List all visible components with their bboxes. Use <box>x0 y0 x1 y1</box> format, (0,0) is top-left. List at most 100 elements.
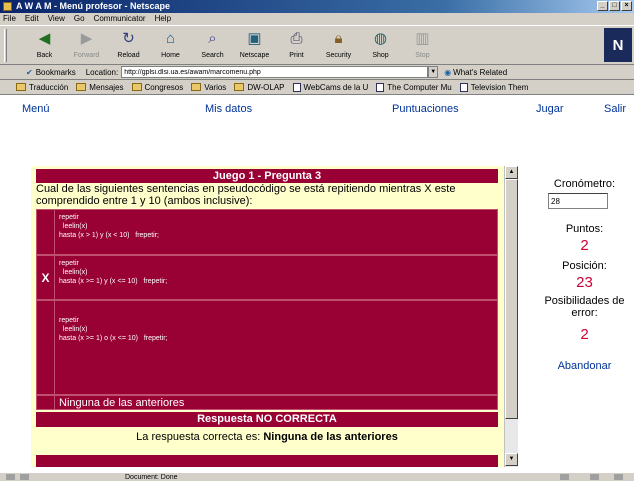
shop-label: Shop <box>372 52 389 59</box>
status-bar: Document: Done <box>0 472 634 481</box>
answer-option-1[interactable]: repetir leelin(x) hasta (x > 1) y (x < 1… <box>36 209 498 255</box>
search-icon: ⌕ <box>208 30 217 47</box>
question-frame: Juego 1 - Pregunta 3 Cual de las siguien… <box>31 166 518 467</box>
toolbar-grip[interactable] <box>4 29 7 62</box>
window-title: A W A M - Menú profesor - Netscape <box>16 1 171 11</box>
answer-option-3[interactable]: repetir leelin(x) hasta (x >= 1) o (x <=… <box>36 300 498 395</box>
answer-code: repetir leelin(x) hasta (x > 1) y (x < 1… <box>59 214 159 239</box>
menu-help[interactable]: Help <box>155 13 171 25</box>
print-button[interactable]: ⎙ Print <box>278 26 315 64</box>
whats-related-icon: ◉ <box>444 67 452 77</box>
bookmark-mensajes[interactable]: Mensajes <box>76 82 124 92</box>
menu-communicator[interactable]: Communicator <box>94 13 146 25</box>
netscape-label: Netscape <box>239 52 270 59</box>
netscape-icon: ▣ <box>247 30 262 47</box>
netscape-logo-icon[interactable]: N <box>604 28 632 62</box>
nav-menu-link[interactable]: Menú <box>22 103 50 115</box>
reload-button[interactable]: ↻ Reload <box>110 26 147 64</box>
menu-go[interactable]: Go <box>74 13 85 25</box>
bookmark-congresos[interactable]: Congresos <box>131 83 183 92</box>
answer-option-2[interactable]: X repetir leelin(x) hasta (x >= 1) y (x … <box>36 255 498 300</box>
composer-icon[interactable] <box>614 474 623 480</box>
answer-code: repetir leelin(x) hasta (x >= 1) y (x <=… <box>59 260 168 285</box>
netscape-button[interactable]: ▣ Netscape <box>236 26 273 64</box>
correct-answer-prefix: La respuesta correcta es: <box>136 431 261 443</box>
forward-button[interactable]: ▶ Forward <box>68 26 105 64</box>
reload-icon: ↻ <box>122 30 135 47</box>
question-panel: Juego 1 - Pregunta 3 Cual de las siguien… <box>31 166 504 467</box>
correct-answer-line: La respuesta correcta es: Ninguna de las… <box>36 431 498 443</box>
bookmark-varios[interactable]: Varios <box>191 83 226 92</box>
scroll-down-arrow-icon[interactable]: ▼ <box>505 453 518 466</box>
bookmark-label: DW-OLAP <box>247 82 285 92</box>
bookmark-label: Mensajes <box>89 82 124 92</box>
folder-icon <box>191 83 202 91</box>
shop-button[interactable]: ◍ Shop <box>362 26 399 64</box>
search-button[interactable]: ⌕ Search <box>194 26 231 64</box>
scroll-thumb[interactable] <box>505 179 518 419</box>
whats-related-button[interactable]: What's Related <box>453 68 507 77</box>
answer-text: Ninguna de las anteriores <box>59 397 185 409</box>
stop-icon: ▥ <box>415 30 430 47</box>
answer-option-4[interactable]: Ninguna de las anteriores <box>36 395 498 410</box>
personal-toolbar: Traducción Mensajes Congresos Varios DW-… <box>0 80 634 95</box>
posicion-value: 23 <box>576 274 593 291</box>
bookmarks-button[interactable]: Bookmarks <box>36 68 76 77</box>
cronometro-label: Cronómetro: <box>553 178 616 190</box>
location-input[interactable] <box>121 66 429 78</box>
abandonar-link[interactable]: Abandonar <box>535 360 634 372</box>
window-controls: _ □ × <box>597 1 632 11</box>
menu-file[interactable]: File <box>3 13 16 25</box>
bookmark-dw-olap[interactable]: DW-OLAP <box>234 82 285 92</box>
answer-mark <box>37 301 55 394</box>
security-button[interactable]: 🔒︎ Security <box>320 26 357 64</box>
vertical-scrollbar[interactable]: ▲ ▼ <box>504 166 518 467</box>
menu-edit[interactable]: Edit <box>25 13 39 25</box>
print-label: Print <box>289 52 304 59</box>
answer-code: repetir leelin(x) hasta (x >= 1) o (x <=… <box>59 317 168 342</box>
location-toolbar: ✔ Bookmarks Location: ▼ ◉ What's Related <box>0 65 634 80</box>
folder-icon <box>131 83 142 91</box>
mail-icon[interactable] <box>590 474 599 480</box>
menu-bar: File Edit View Go Communicator Help <box>0 13 634 25</box>
component-bar-icon[interactable] <box>560 474 569 480</box>
bookmark-webcams[interactable]: WebCams de la U <box>292 82 368 92</box>
chevron-down-icon[interactable]: ▼ <box>428 66 439 78</box>
bookmark-label: Varios <box>204 82 227 92</box>
puntos-label: Puntos: <box>565 223 604 235</box>
nav-puntuaciones-link[interactable]: Puntuaciones <box>392 103 459 115</box>
security-status-icon[interactable] <box>6 474 15 480</box>
back-button[interactable]: ◀ Back <box>26 26 63 64</box>
reload-label: Reload <box>117 52 140 59</box>
posibilidades-label: Posibilidades de error: <box>544 295 625 319</box>
cronometro-field[interactable] <box>548 193 608 209</box>
connection-status-icon <box>20 474 29 480</box>
stop-button[interactable]: ▥ Stop <box>404 26 441 64</box>
forward-label: Forward <box>73 52 100 59</box>
status-sidebar: Cronómetro: Puntos: 2 Posición: 23 Posib… <box>535 95 634 472</box>
bookmark-computer-museum[interactable]: The Computer Mu <box>376 82 452 92</box>
posicion-label: Posición: <box>562 260 607 272</box>
location-label: Location: <box>85 67 119 77</box>
stop-label: Stop <box>415 52 430 59</box>
maximize-button[interactable]: □ <box>609 1 620 11</box>
posibilidades-value: 2 <box>580 326 589 343</box>
bookmark-television-themes[interactable]: Television Them <box>459 82 528 92</box>
menu-view[interactable]: View <box>48 13 65 25</box>
page-content: Menú Mis datos Puntuaciones Jugar Salir … <box>0 95 634 472</box>
page-icon <box>292 82 301 92</box>
folder-icon <box>234 83 245 91</box>
minimize-button[interactable]: _ <box>597 1 608 11</box>
scroll-up-arrow-icon[interactable]: ▲ <box>505 166 518 179</box>
close-button[interactable]: × <box>621 1 632 11</box>
home-button[interactable]: ⌂ Home <box>152 26 189 64</box>
folder-icon <box>76 83 87 91</box>
answer-mark <box>37 396 55 409</box>
bookmark-traduccion[interactable]: Traducción <box>16 83 68 92</box>
bookmark-label: Traducción <box>29 82 69 92</box>
nav-mis-datos-link[interactable]: Mis datos <box>205 103 252 115</box>
answer-mark <box>37 210 55 254</box>
search-label: Search <box>201 52 224 59</box>
result-banner: Respuesta NO CORRECTA <box>36 412 498 427</box>
netscape-app-icon <box>3 2 12 11</box>
